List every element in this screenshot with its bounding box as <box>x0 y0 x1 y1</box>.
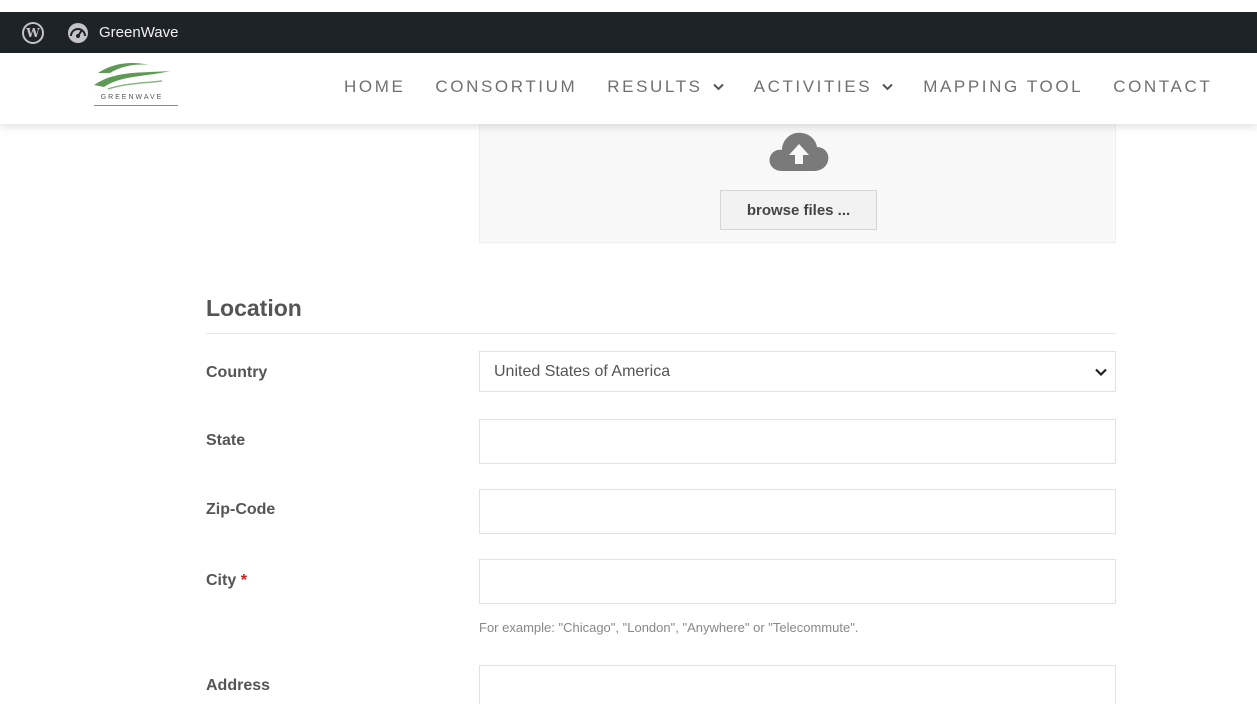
nav-results-label: RESULTS <box>607 77 703 96</box>
wave-logo-graphic <box>94 63 170 90</box>
admin-bar: W GreenWave <box>0 12 1257 53</box>
country-label: Country <box>206 364 268 381</box>
nav-activities[interactable]: ACTIVITIES <box>754 77 894 97</box>
required-asterisk: * <box>240 572 247 589</box>
logo-text: GREENWAVE <box>100 94 164 101</box>
browse-files-button[interactable]: browse files ... <box>720 190 877 230</box>
nav-home[interactable]: HOME <box>344 77 405 97</box>
nav-contact-label: CONTACT <box>1113 77 1213 96</box>
city-label: City * <box>206 572 247 590</box>
state-label: State <box>206 432 246 449</box>
site-header: GREENWAVE HOME CONSORTIUM RESULTS ACTIVI… <box>0 53 1257 124</box>
file-upload-area[interactable]: browse files ... <box>479 124 1116 243</box>
section-title-location: Location <box>206 295 302 321</box>
top-strip <box>0 0 1257 12</box>
dashboard-gauge-icon <box>68 22 88 43</box>
nav-mapping-tool-label: MAPPING TOOL <box>923 77 1084 96</box>
address-label: Address <box>206 677 271 694</box>
section-divider <box>206 333 1116 334</box>
cloud-upload-icon <box>769 132 829 171</box>
main-nav: HOME CONSORTIUM RESULTS ACTIVITIES MAPPI… <box>344 77 1212 97</box>
nav-home-label: HOME <box>344 77 406 96</box>
nav-activities-label: ACTIVITIES <box>753 77 873 96</box>
greenwave-logo[interactable]: GREENWAVE <box>86 59 178 117</box>
nav-mapping-tool[interactable]: MAPPING TOOL <box>923 77 1083 97</box>
nav-contact[interactable]: CONTACT <box>1113 77 1212 97</box>
country-select-value: United States of America <box>494 362 671 380</box>
site-name-link[interactable]: GreenWave <box>67 22 178 44</box>
country-select[interactable]: United States of America <box>479 351 1116 392</box>
zip-code-label: Zip-Code <box>206 501 276 518</box>
zip-code-input[interactable] <box>479 489 1116 534</box>
city-input[interactable] <box>479 559 1116 604</box>
nav-consortium[interactable]: CONSORTIUM <box>435 77 577 97</box>
site-name: GreenWave <box>99 24 179 41</box>
wordpress-icon[interactable]: W <box>22 21 44 44</box>
nav-consortium-label: CONSORTIUM <box>435 77 578 96</box>
city-label-text: City <box>206 572 237 589</box>
nav-results[interactable]: RESULTS <box>607 77 724 97</box>
city-hint: For example: "Chicago", "London", "Anywh… <box>479 620 859 635</box>
logo-underline <box>94 105 178 106</box>
address-input[interactable] <box>479 665 1116 704</box>
chevron-down-icon <box>712 83 724 91</box>
chevron-down-icon <box>1095 368 1107 376</box>
state-input[interactable] <box>479 419 1116 464</box>
chevron-down-icon <box>882 83 893 91</box>
